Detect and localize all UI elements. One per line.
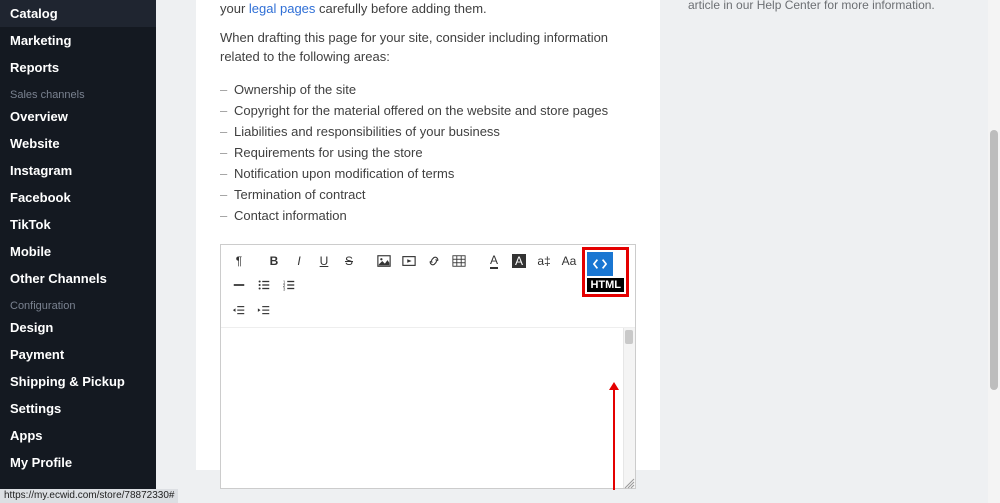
legal-pages-link[interactable]: legal pages — [249, 1, 316, 16]
annotation-arrow — [613, 390, 615, 490]
video-button[interactable] — [397, 249, 421, 273]
editor-resize-handle[interactable] — [623, 476, 635, 488]
html-tooltip: HTML — [587, 278, 624, 292]
nav-item-website[interactable]: Website — [0, 130, 156, 157]
intro-prefix: your — [220, 1, 249, 16]
nav-item-apps[interactable]: Apps — [0, 422, 156, 449]
nav-item-payment[interactable]: Payment — [0, 341, 156, 368]
nav-item-my-profile[interactable]: My Profile — [0, 449, 156, 476]
code-icon — [593, 257, 607, 271]
editor-scrollbar[interactable] — [623, 328, 635, 488]
underline-button[interactable]: U — [312, 249, 336, 273]
image-button[interactable] — [372, 249, 396, 273]
intro-line-2: When drafting this page for your site, c… — [220, 29, 636, 67]
paragraph-format-button[interactable]: ¶ — [227, 249, 251, 273]
nav-item-design[interactable]: Design — [0, 314, 156, 341]
content-area: article in our Help Center for more info… — [156, 0, 1000, 503]
nav-item-mobile[interactable]: Mobile — [0, 238, 156, 265]
text-case-button[interactable]: Aa — [557, 249, 581, 273]
ordered-list-button[interactable]: 123 — [277, 273, 301, 297]
indent-button[interactable] — [252, 299, 276, 323]
suggested-topic-item: Copyright for the material offered on th… — [224, 100, 636, 121]
bold-button[interactable]: B — [262, 249, 286, 273]
nav-item-facebook[interactable]: Facebook — [0, 184, 156, 211]
nav-item-overview[interactable]: Overview — [0, 103, 156, 130]
nav-item-shipping-pickup[interactable]: Shipping & Pickup — [0, 368, 156, 395]
page-editor-card: your legal pages carefully before adding… — [196, 0, 660, 470]
nav-section-sales-channels: Sales channels — [0, 81, 156, 103]
suggested-topic-item: Ownership of the site — [224, 79, 636, 100]
editor-textarea[interactable] — [221, 328, 635, 488]
html-button-highlight: HTML — [582, 247, 629, 297]
table-button[interactable] — [447, 249, 471, 273]
suggested-topic-item: Notification upon modification of terms — [224, 163, 636, 184]
nav-section-configuration: Configuration — [0, 292, 156, 314]
svg-text:3: 3 — [283, 286, 286, 291]
italic-button[interactable]: I — [287, 249, 311, 273]
background-color-button[interactable]: A — [507, 249, 531, 273]
unordered-list-button[interactable] — [252, 273, 276, 297]
outdent-button[interactable] — [227, 299, 251, 323]
sidebar: CatalogMarketingReports Sales channelsOv… — [0, 0, 156, 503]
nav-item-marketing[interactable]: Marketing — [0, 27, 156, 54]
nav-item-catalog[interactable]: Catalog — [0, 0, 156, 27]
nav-item-instagram[interactable]: Instagram — [0, 157, 156, 184]
nav-item-settings[interactable]: Settings — [0, 395, 156, 422]
nav-item-tiktok[interactable]: TikTok — [0, 211, 156, 238]
intro-line-1: your legal pages carefully before adding… — [220, 0, 636, 19]
suggested-topic-item: Requirements for using the store — [224, 142, 636, 163]
nav-item-other-channels[interactable]: Other Channels — [0, 265, 156, 292]
help-center-note: article in our Help Center for more info… — [688, 0, 958, 12]
editor-toolbar: ¶ B I U S A A a‡ Aa 123 — [221, 245, 635, 328]
horizontal-rule-button[interactable] — [227, 273, 251, 297]
suggested-topic-item: Liabilities and responsibilities of your… — [224, 121, 636, 142]
intro-suffix: carefully before adding them. — [315, 1, 486, 16]
browser-status-bar: https://my.ecwid.com/store/78872330# — [0, 489, 178, 503]
suggested-topic-item: Termination of contract — [224, 184, 636, 205]
nav-item-reports[interactable]: Reports — [0, 54, 156, 81]
page-scrollbar[interactable] — [988, 0, 1000, 503]
text-color-button[interactable]: A — [482, 249, 506, 273]
suggested-topic-item: Contact information — [224, 205, 636, 226]
page-scroll-thumb[interactable] — [990, 130, 998, 390]
rich-text-editor: ¶ B I U S A A a‡ Aa 123 — [220, 244, 636, 489]
font-size-button[interactable]: a‡ — [532, 249, 556, 273]
html-code-button[interactable] — [587, 252, 613, 276]
strike-button[interactable]: S — [337, 249, 361, 273]
link-button[interactable] — [422, 249, 446, 273]
suggested-topics-list: Ownership of the siteCopyright for the m… — [220, 79, 636, 226]
editor-scroll-thumb[interactable] — [625, 330, 633, 344]
